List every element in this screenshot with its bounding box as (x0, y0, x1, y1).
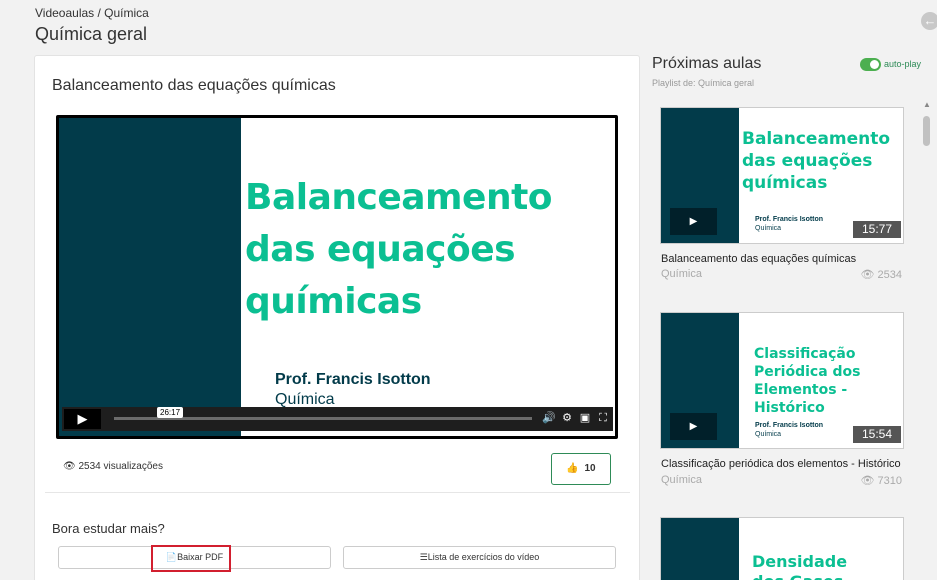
study-more-heading: Bora estudar mais? (52, 521, 165, 536)
slide-left-panel (59, 118, 241, 436)
thumb-left-panel (661, 518, 739, 580)
slide-professor: Prof. Francis Isotton (275, 371, 431, 388)
toggle-switch-icon[interactable] (860, 58, 881, 71)
list-icon: ☰ (419, 552, 428, 562)
thumb-title: Classificação Periódica dos Elementos - … (754, 345, 861, 417)
playlist-thumbnail[interactable]: Densidade dos Gases (660, 517, 904, 580)
main-video-card: Balanceamento das equações químicas Bala… (34, 55, 640, 580)
views-count: 👁 2534 visualizações (63, 461, 163, 472)
thumb-professor: Prof. Francis Isotton (755, 216, 824, 223)
exercise-list-button[interactable]: ☰Lista de exercícios do vídeo (343, 546, 616, 569)
divider (45, 492, 630, 493)
thumb-title-line: das equações (742, 151, 873, 171)
thumb-title-line: Classificação (754, 346, 856, 362)
thumb-professor: Prof. Francis Isotton (755, 422, 824, 429)
autoplay-label: auto-play (884, 58, 922, 69)
back-arrow-icon[interactable]: ← (921, 12, 937, 30)
time-tooltip: 26:17 (157, 407, 184, 418)
playlist-item-subject: Química (661, 474, 702, 486)
scroll-thumb[interactable] (923, 116, 930, 146)
thumb-subject: Química (755, 225, 782, 232)
slide-title-line: Balanceamento (245, 177, 553, 218)
duration-badge: 15:54 (853, 426, 901, 443)
thumb-title-line: Balanceamento (742, 129, 891, 149)
playlist-thumbnail[interactable]: Balanceamento das equações químicas Prof… (660, 107, 904, 244)
autoplay-toggle[interactable]: auto-play (860, 58, 921, 71)
play-icon[interactable]: ▶ (670, 413, 717, 440)
slide-title-line: das equações (245, 229, 516, 270)
thumb-title-line: Densidade (752, 552, 848, 571)
playlist-item-views: 👁 2534 (860, 268, 902, 281)
video-player[interactable]: Balanceamento das equações químicas Prof… (56, 115, 618, 439)
playlist-item-subject: Química (661, 268, 702, 280)
like-button[interactable]: 👍 10 (551, 453, 611, 485)
fullscreen-icon[interactable]: ⛶ (594, 412, 612, 425)
scroll-up-icon[interactable]: ▲ (923, 100, 931, 109)
views-label: 2534 visualizações (78, 461, 163, 472)
thumbs-up-icon: 👍 (566, 463, 579, 474)
playlist-title: Próximas aulas (652, 55, 762, 72)
playlist-thumbnail[interactable]: Classificação Periódica dos Elementos - … (660, 312, 904, 449)
settings-gear-icon[interactable]: ⚙ (558, 411, 576, 424)
eye-icon: 👁 (63, 461, 76, 472)
play-icon[interactable]: ▶ (670, 208, 717, 235)
slide-title: Balanceamento das equações químicas (245, 172, 615, 328)
page-title: Química geral (35, 24, 148, 44)
sidebar-scrollbar[interactable]: ▲ (922, 100, 932, 580)
eye-icon: 👁 (860, 475, 875, 487)
playlist-item-title[interactable]: Classificação periódica dos elementos - … (661, 458, 901, 470)
picture-in-picture-icon[interactable]: ▣ (576, 411, 594, 424)
volume-icon[interactable]: 🔊 (540, 411, 558, 424)
thumb-title-line: químicas (742, 173, 828, 193)
player-controls: ▶ 26:17 🔊 ⚙ ▣ ⛶ (62, 407, 613, 431)
thumb-title: Balanceamento das equações químicas (742, 128, 890, 194)
playlist-item-views: 👁 7310 (860, 474, 902, 487)
thumb-title-line: Periódica dos (754, 364, 861, 380)
thumb-title-line: dos Gases (752, 572, 847, 580)
duration-badge: 15:77 (853, 221, 901, 238)
thumb-title-line: Elementos - (754, 382, 848, 398)
likes-count: 10 (584, 463, 596, 474)
video-title: Balanceamento das equações químicas (52, 77, 336, 94)
progress-bar[interactable]: 26:17 (114, 407, 532, 420)
breadcrumb[interactable]: Videoaulas / Química (35, 6, 149, 20)
thumb-title-line: Histórico (754, 400, 825, 416)
slide-title-line: químicas (245, 281, 422, 322)
playlist-item-views-count: 7310 (877, 475, 902, 487)
pdf-highlight-box (151, 545, 231, 572)
play-icon[interactable]: ▶ (64, 409, 101, 429)
thumb-title: Densidade dos Gases (752, 552, 847, 580)
exercise-list-label: Lista de exercícios do vídeo (427, 552, 540, 562)
thumb-subject: Química (755, 431, 782, 438)
eye-icon: 👁 (860, 269, 875, 281)
playlist-item-title[interactable]: Balanceamento das equações químicas (661, 253, 905, 265)
playlist-item-views-count: 2534 (877, 269, 902, 281)
playlist-subtitle: Playlist de: Química geral (652, 78, 755, 88)
